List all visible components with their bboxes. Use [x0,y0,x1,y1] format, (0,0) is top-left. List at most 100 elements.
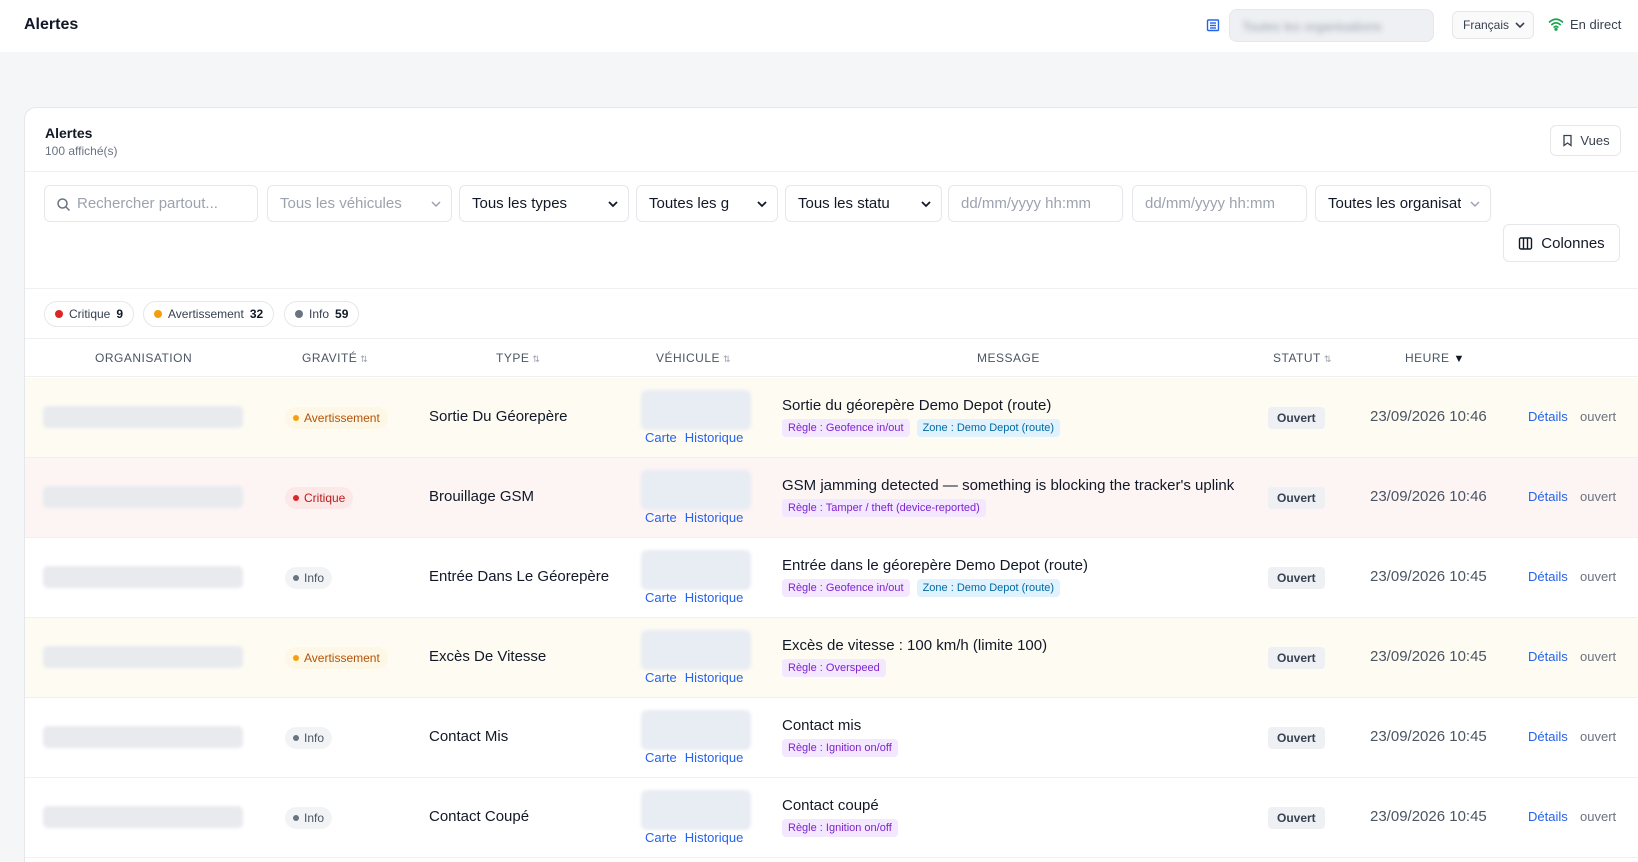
column-header-vehicule[interactable]: VÉHICULE ⇅ [656,351,731,365]
chip-critique[interactable]: Critique 9 [44,301,135,327]
alert-state: ouvert [1580,489,1617,504]
table-row[interactable]: Info Contact Coupé Carte Historique Cont… [25,778,1638,858]
sort-desc-icon: ▼ [1453,353,1465,365]
date-from-placeholder: dd/mm/yyyy hh:mm [961,195,1092,212]
alert-state: ouvert [1580,729,1617,744]
vehicle-links: Carte Historique [645,510,743,525]
table-row[interactable]: Info Entrée Dans Le Géorepère Carte Hist… [25,538,1638,618]
history-link[interactable]: Historique [685,510,744,525]
zone-tag: Zone : Demo Depot (route) [916,419,1061,437]
card-title: Alertes [45,125,93,141]
bookmark-icon [1563,134,1573,147]
alert-message: Sortie du géorepère Demo Depot (route) [782,397,1052,414]
map-link[interactable]: Carte [645,430,677,445]
chip-dot [154,310,162,318]
map-link[interactable]: Carte [645,590,677,605]
status-badge: Ouvert [1268,647,1325,669]
details-link[interactable]: Détails [1528,809,1568,824]
severity-badge: Avertissement [285,407,388,429]
columns-icon [1519,236,1533,250]
type-filter-value: Tous les types [472,195,568,212]
column-header-label: VÉHICULE [656,351,721,365]
column-header-statut[interactable]: STATUT ⇅ [1273,351,1332,365]
language-select[interactable]: Français [1452,11,1534,39]
details-link[interactable]: Détails [1528,489,1568,504]
views-button[interactable]: Vues [1550,125,1621,156]
alert-tags: Règle : Geofence in/out Zone : Demo Depo… [782,579,1061,597]
severity-filter-value: Toutes les g [649,195,730,212]
details-link[interactable]: Détails [1528,569,1568,584]
vehicle-filter[interactable]: Tous les véhicules [267,185,452,222]
search-input[interactable]: Rechercher partout... [44,185,258,222]
history-link[interactable]: Historique [685,750,744,765]
history-link[interactable]: Historique [685,590,744,605]
table-row[interactable]: Avertissement Sortie Du Géorepère Carte … [25,378,1638,458]
map-link[interactable]: Carte [645,670,677,685]
table-row[interactable]: Avertissement Excès De Vitesse Carte His… [25,618,1638,698]
history-link[interactable]: Historique [685,430,744,445]
column-header-gravite[interactable]: GRAVITÉ ⇅ [302,351,368,365]
building-icon [1206,19,1220,32]
rule-tag: Règle : Geofence in/out [782,419,910,437]
date-from-input[interactable]: dd/mm/yyyy hh:mm [948,185,1123,222]
column-header-label: TYPE [496,351,530,365]
history-link[interactable]: Historique [685,830,744,845]
details-link[interactable]: Détails [1528,729,1568,744]
live-indicator: En direct [1548,16,1621,32]
chip-count: 9 [116,307,124,321]
status-badge: Ouvert [1268,567,1325,589]
details-link[interactable]: Détails [1528,409,1568,424]
alert-type: Contact Mis [429,728,509,745]
type-filter[interactable]: Tous les types [459,185,629,222]
date-to-placeholder: dd/mm/yyyy hh:mm [1145,195,1276,212]
table-row[interactable]: Critique Brouillage GSM Carte Historique… [25,458,1638,538]
date-to-input[interactable]: dd/mm/yyyy hh:mm [1132,185,1307,222]
details-link[interactable]: Détails [1528,649,1568,664]
map-link[interactable]: Carte [645,830,677,845]
card-header: Alertes 100 affiché(s) Vues [25,108,1638,172]
status-filter[interactable]: Tous les statu [785,185,942,222]
organisation-cell [43,566,243,588]
alert-tags: Règle : Overspeed [782,659,886,677]
results-count: 100 affiché(s) [45,144,118,158]
organisation-cell [43,726,243,748]
rule-tag: Règle : Ignition on/off [782,819,898,837]
chevron-down-icon [921,201,931,208]
severity-label: Info [304,571,325,585]
alert-type: Contact Coupé [429,808,530,825]
severity-label: Info [304,731,325,745]
alert-message: Contact coupé [782,797,879,814]
alert-time: 23/09/2026 10:45 [1370,728,1487,745]
vehicle-links: Carte Historique [645,430,743,445]
wifi-icon [1548,18,1564,31]
alert-state: ouvert [1580,809,1617,824]
views-label: Vues [1580,133,1610,148]
map-link[interactable]: Carte [645,510,677,525]
vehicle-cell [641,390,751,430]
severity-label: Critique [304,491,346,505]
organisation-selector[interactable]: Toutes les organisations [1229,9,1434,42]
vehicle-links: Carte Historique [645,590,743,605]
chip-info[interactable]: Info 59 [284,301,360,327]
column-header-label: GRAVITÉ [302,351,358,365]
column-header-heure[interactable]: HEURE ▼ [1405,351,1465,365]
rule-tag: Règle : Ignition on/off [782,739,898,757]
severity-filter[interactable]: Toutes les g [636,185,778,222]
severity-summary: Critique 9 Avertissement 32 Info 59 [25,289,1638,339]
table-row[interactable]: Info Contact Mis Carte Historique Contac… [25,698,1638,778]
chevron-down-icon [1470,201,1480,208]
alert-time: 23/09/2026 10:46 [1370,488,1487,505]
chip-avertissement[interactable]: Avertissement 32 [143,301,275,327]
severity-badge: Info [285,567,333,589]
vehicle-cell [641,790,751,830]
history-link[interactable]: Historique [685,670,744,685]
vehicle-links: Carte Historique [645,670,743,685]
search-icon [57,198,71,212]
column-header-type[interactable]: TYPE ⇅ [496,351,540,365]
filter-bar: Rechercher partout... Tous les véhicules… [25,172,1638,289]
columns-button[interactable]: Colonnes [1503,224,1620,262]
organisation-filter[interactable]: Toutes les organisat [1315,185,1491,222]
alert-time: 23/09/2026 10:46 [1370,408,1487,425]
alert-state: ouvert [1580,649,1617,664]
map-link[interactable]: Carte [645,750,677,765]
